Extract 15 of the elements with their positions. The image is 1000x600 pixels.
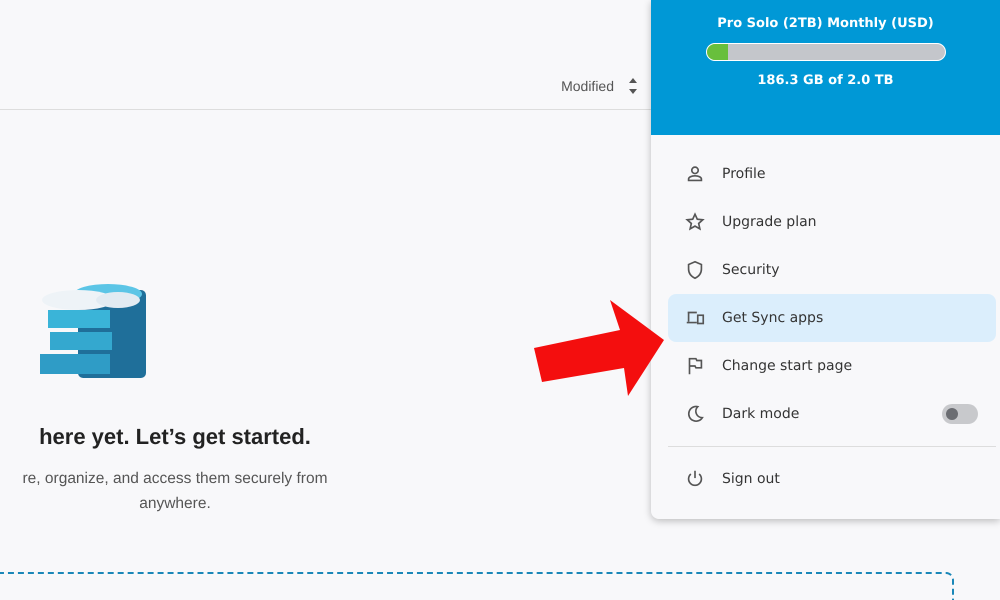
menu-item[interactable]: Upgrade plan bbox=[668, 198, 996, 246]
menu-item[interactable]: Sign out bbox=[668, 455, 996, 503]
plan-name: Pro Solo (2TB) Monthly (USD) bbox=[717, 16, 934, 31]
menu-item[interactable]: Profile bbox=[668, 150, 996, 198]
sort-icon bbox=[628, 77, 638, 95]
star-icon bbox=[684, 211, 706, 233]
menu-item[interactable]: Get Sync apps bbox=[668, 294, 996, 342]
menu-item[interactable]: Dark mode bbox=[668, 390, 996, 438]
storage-reading: 186.3 GB of 2.0 TB bbox=[757, 73, 894, 88]
sort-button[interactable]: Modified bbox=[561, 77, 638, 95]
empty-state-text: re, organize, and access them securely from anywhere. bbox=[22, 469, 328, 514]
menu-item[interactable]: Change start page bbox=[668, 342, 996, 390]
empty-state-heading: here yet. Let’s get started. bbox=[39, 424, 311, 450]
dark-mode-switch[interactable] bbox=[942, 404, 978, 424]
menu-item[interactable]: Security bbox=[668, 246, 996, 294]
